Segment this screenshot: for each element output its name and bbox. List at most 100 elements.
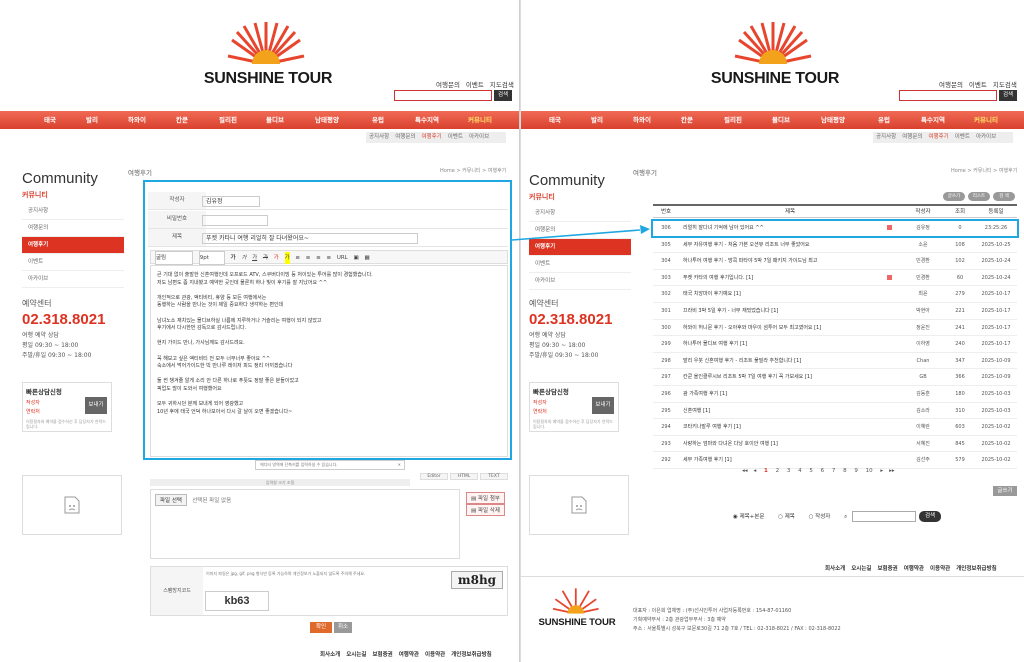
captcha-input[interactable]: kb63 [205,591,269,611]
header-search-button[interactable]: 검색 [999,90,1017,101]
next-page-icon[interactable]: ▸ [880,468,883,474]
table-row[interactable]: 294 코타키나발루 여행 후기 [1] 이혜란 603 2025-10-02 [653,419,1017,436]
footer-link-directions[interactable]: 오시는길 [346,652,366,658]
cell-title[interactable]: 하와이 허니문 후기 - 오아후와 마우이 섬투어 모두 최고였어요 [1] [683,320,901,336]
table-row[interactable]: 301 끄라비 3박 5일 후기 - 너무 재밌었습니다 [1] 박현아 221 202… [653,303,1017,320]
sidebar-item-inquiry[interactable]: 여행문의 [22,220,124,237]
top-link-event[interactable]: 이벤트 [969,81,987,89]
sidebar-item-event[interactable]: 이벤트 [529,256,631,273]
table-row[interactable]: 305 세부 자유여행 후기 - 처음 가본 오션뷰 리조트 너무 좋았어요 소윤 1… [653,237,1017,254]
footer-link-insurance[interactable]: 보험증권 [373,652,393,658]
footer-link-privacy[interactable]: 개인정보취급방침 [956,566,996,572]
subnav-event[interactable]: 이벤트 [955,134,970,140]
table-row[interactable]: 296 괌 가족여행 후기 [1] 김동훈 180 2025-10-03 [653,386,1017,403]
page-link[interactable]: 9 [854,468,858,474]
nav-item-community[interactable]: 커뮤니티 [468,111,492,129]
footer-link-company[interactable]: 회사소개 [320,652,340,658]
list-pill-button[interactable]: 리스트 [968,192,990,201]
file-attach-button[interactable]: ▤ 파일 첨부 [466,492,505,504]
logo[interactable]: SUNSHINE TOUR [198,18,338,88]
table-row[interactable]: 293 사랑하는 엄마와 다녀온 다낭 호이안 여행 [1] 서혜진 845 2025-… [653,436,1017,453]
first-page-icon[interactable]: ◂◂ [742,468,748,474]
write-pill-button[interactable]: 글쓰기 [943,192,965,201]
subnav-event[interactable]: 이벤트 [448,134,463,140]
radio-author[interactable]: ○ 작성자 [809,514,837,520]
tab-editor[interactable]: Editor [420,473,448,480]
top-link-event[interactable]: 이벤트 [466,81,484,89]
top-link-inquiry[interactable]: 여행문의 [436,81,460,89]
page-link[interactable]: 7 [832,468,836,474]
cell-title[interactable]: 사랑하는 엄마와 다녀온 다낭 호이안 여행 [1] [683,436,901,452]
nav-item-cancun[interactable]: 칸쿤 [176,111,188,129]
table-row[interactable]: 302 태국 치앙마이 후기예요 [1] 최윤 279 2025-10-17 [653,286,1017,303]
nav-item-hawaii[interactable]: 하와이 [128,111,146,129]
subnav-notice[interactable]: 공지사항 [876,134,896,140]
tab-text[interactable]: TEXT [480,473,508,480]
radio-title-body[interactable]: ◉ 제목+본문 [733,514,770,520]
radio-title[interactable]: ○ 제목 [778,514,801,520]
nav-item-maldives[interactable]: 몰디브 [772,111,790,129]
nav-item-philippines[interactable]: 필리핀 [219,111,237,129]
nav-item-special[interactable]: 특수지역 [921,111,945,129]
last-page-icon[interactable]: ▸▸ [889,468,895,474]
nav-item-south-pacific[interactable]: 남태평양 [315,111,339,129]
sidebar-item-archive[interactable]: 아카이브 [529,273,631,290]
file-delete-button[interactable]: ▤ 파일 삭제 [466,504,505,516]
cancel-button[interactable]: 취소 [334,622,352,633]
footer-link-terms[interactable]: 이용약관 [930,566,950,572]
board-search-button[interactable]: 검색 [919,511,941,522]
nav-item-europe[interactable]: 유럽 [372,111,384,129]
sidebar-item-review[interactable]: 여행후기 [529,239,631,256]
cell-title[interactable]: 끄라비 3박 5일 후기 - 너무 재밌었습니다 [1] [683,303,901,319]
subnav-inquiry[interactable]: 여행문의 [902,134,922,140]
close-icon[interactable]: ✕ [398,461,401,469]
nav-item-bali[interactable]: 발리 [86,111,98,129]
footer-link-terms[interactable]: 이용약관 [425,652,445,658]
table-row[interactable]: 300 하와이 허니문 후기 - 오아후와 마우이 섬투어 모두 최고였어요 [1… [653,320,1017,337]
sidebar-item-notice[interactable]: 공지사항 [529,205,631,222]
quick-send-button[interactable]: 보내기 [85,397,107,414]
footer-link-company[interactable]: 회사소개 [825,566,845,572]
nav-item-europe[interactable]: 유럽 [878,111,890,129]
page-link[interactable]: 4 [798,468,802,474]
top-link-map[interactable]: 지도검색 [993,81,1017,89]
page-link[interactable]: 3 [787,468,791,474]
prev-page-icon[interactable]: ◂ [754,468,757,474]
table-row[interactable]: 299 하나투어 몰디브 여행 후기 [1] 이하영 240 2025-10-17 [653,336,1017,353]
footer-link-directions[interactable]: 오시는길 [851,566,871,572]
top-link-map[interactable]: 지도검색 [490,81,514,89]
nav-item-special[interactable]: 특수지역 [415,111,439,129]
quick-send-button[interactable]: 보내기 [592,397,614,414]
nav-item-hawaii[interactable]: 하와이 [633,111,651,129]
nav-item-thailand[interactable]: 태국 [549,111,561,129]
table-row[interactable]: 303 푸켓 카타의 여행 후기입니다. [1] 민경환 60 2025-10-24 [653,270,1017,287]
sidebar-item-archive[interactable]: 아카이브 [22,271,124,288]
subnav-archive[interactable]: 아카이브 [976,134,996,140]
cell-title[interactable]: 태국 치앙마이 후기예요 [1] [683,286,901,302]
cell-title[interactable]: 코타키나발루 여행 후기 [1] [683,419,901,435]
table-row[interactable]: 297 칸쿤 올인클루시브 리조트 5박 7일 여행 후기 꼭 가보세요 [1] G… [653,369,1017,386]
nav-item-philippines[interactable]: 필리핀 [724,111,742,129]
footer-link-privacy[interactable]: 개인정보취급방침 [451,652,491,658]
cell-title[interactable]: 괌 가족여행 후기 [1] [683,386,901,402]
page-link[interactable]: 10 [866,468,873,474]
page-link[interactable]: 2 [776,468,780,474]
footer-link-travel-terms[interactable]: 여행약관 [904,566,924,572]
nav-item-community[interactable]: 커뮤니티 [974,111,998,129]
cell-title[interactable]: 세부 가족여행 후기 [1] [683,452,901,468]
top-link-inquiry[interactable]: 여행문의 [939,81,963,89]
page-link[interactable]: 5 [809,468,813,474]
table-row[interactable]: 292 세부 가족여행 후기 [1] 김선주 579 2025-10-02 [653,452,1017,469]
header-search-button[interactable]: 검색 [494,90,512,101]
subnav-inquiry[interactable]: 여행문의 [395,134,415,140]
write-button[interactable]: 글쓰기 [993,486,1017,496]
sidebar-item-inquiry[interactable]: 여행문의 [529,222,631,239]
nav-item-bali[interactable]: 발리 [591,111,603,129]
table-row[interactable]: 295 신혼여행 [1] 김소라 310 2025-10-03 [653,403,1017,420]
header-search-input[interactable] [899,90,997,101]
subnav-archive[interactable]: 아카이브 [469,134,489,140]
page-link[interactable]: 1 [764,468,768,474]
page-link[interactable]: 6 [821,468,825,474]
cell-title[interactable]: 칸쿤 올인클루시브 리조트 5박 7일 여행 후기 꼭 가보세요 [1] [683,369,901,385]
footer-link-travel-terms[interactable]: 여행약관 [399,652,419,658]
